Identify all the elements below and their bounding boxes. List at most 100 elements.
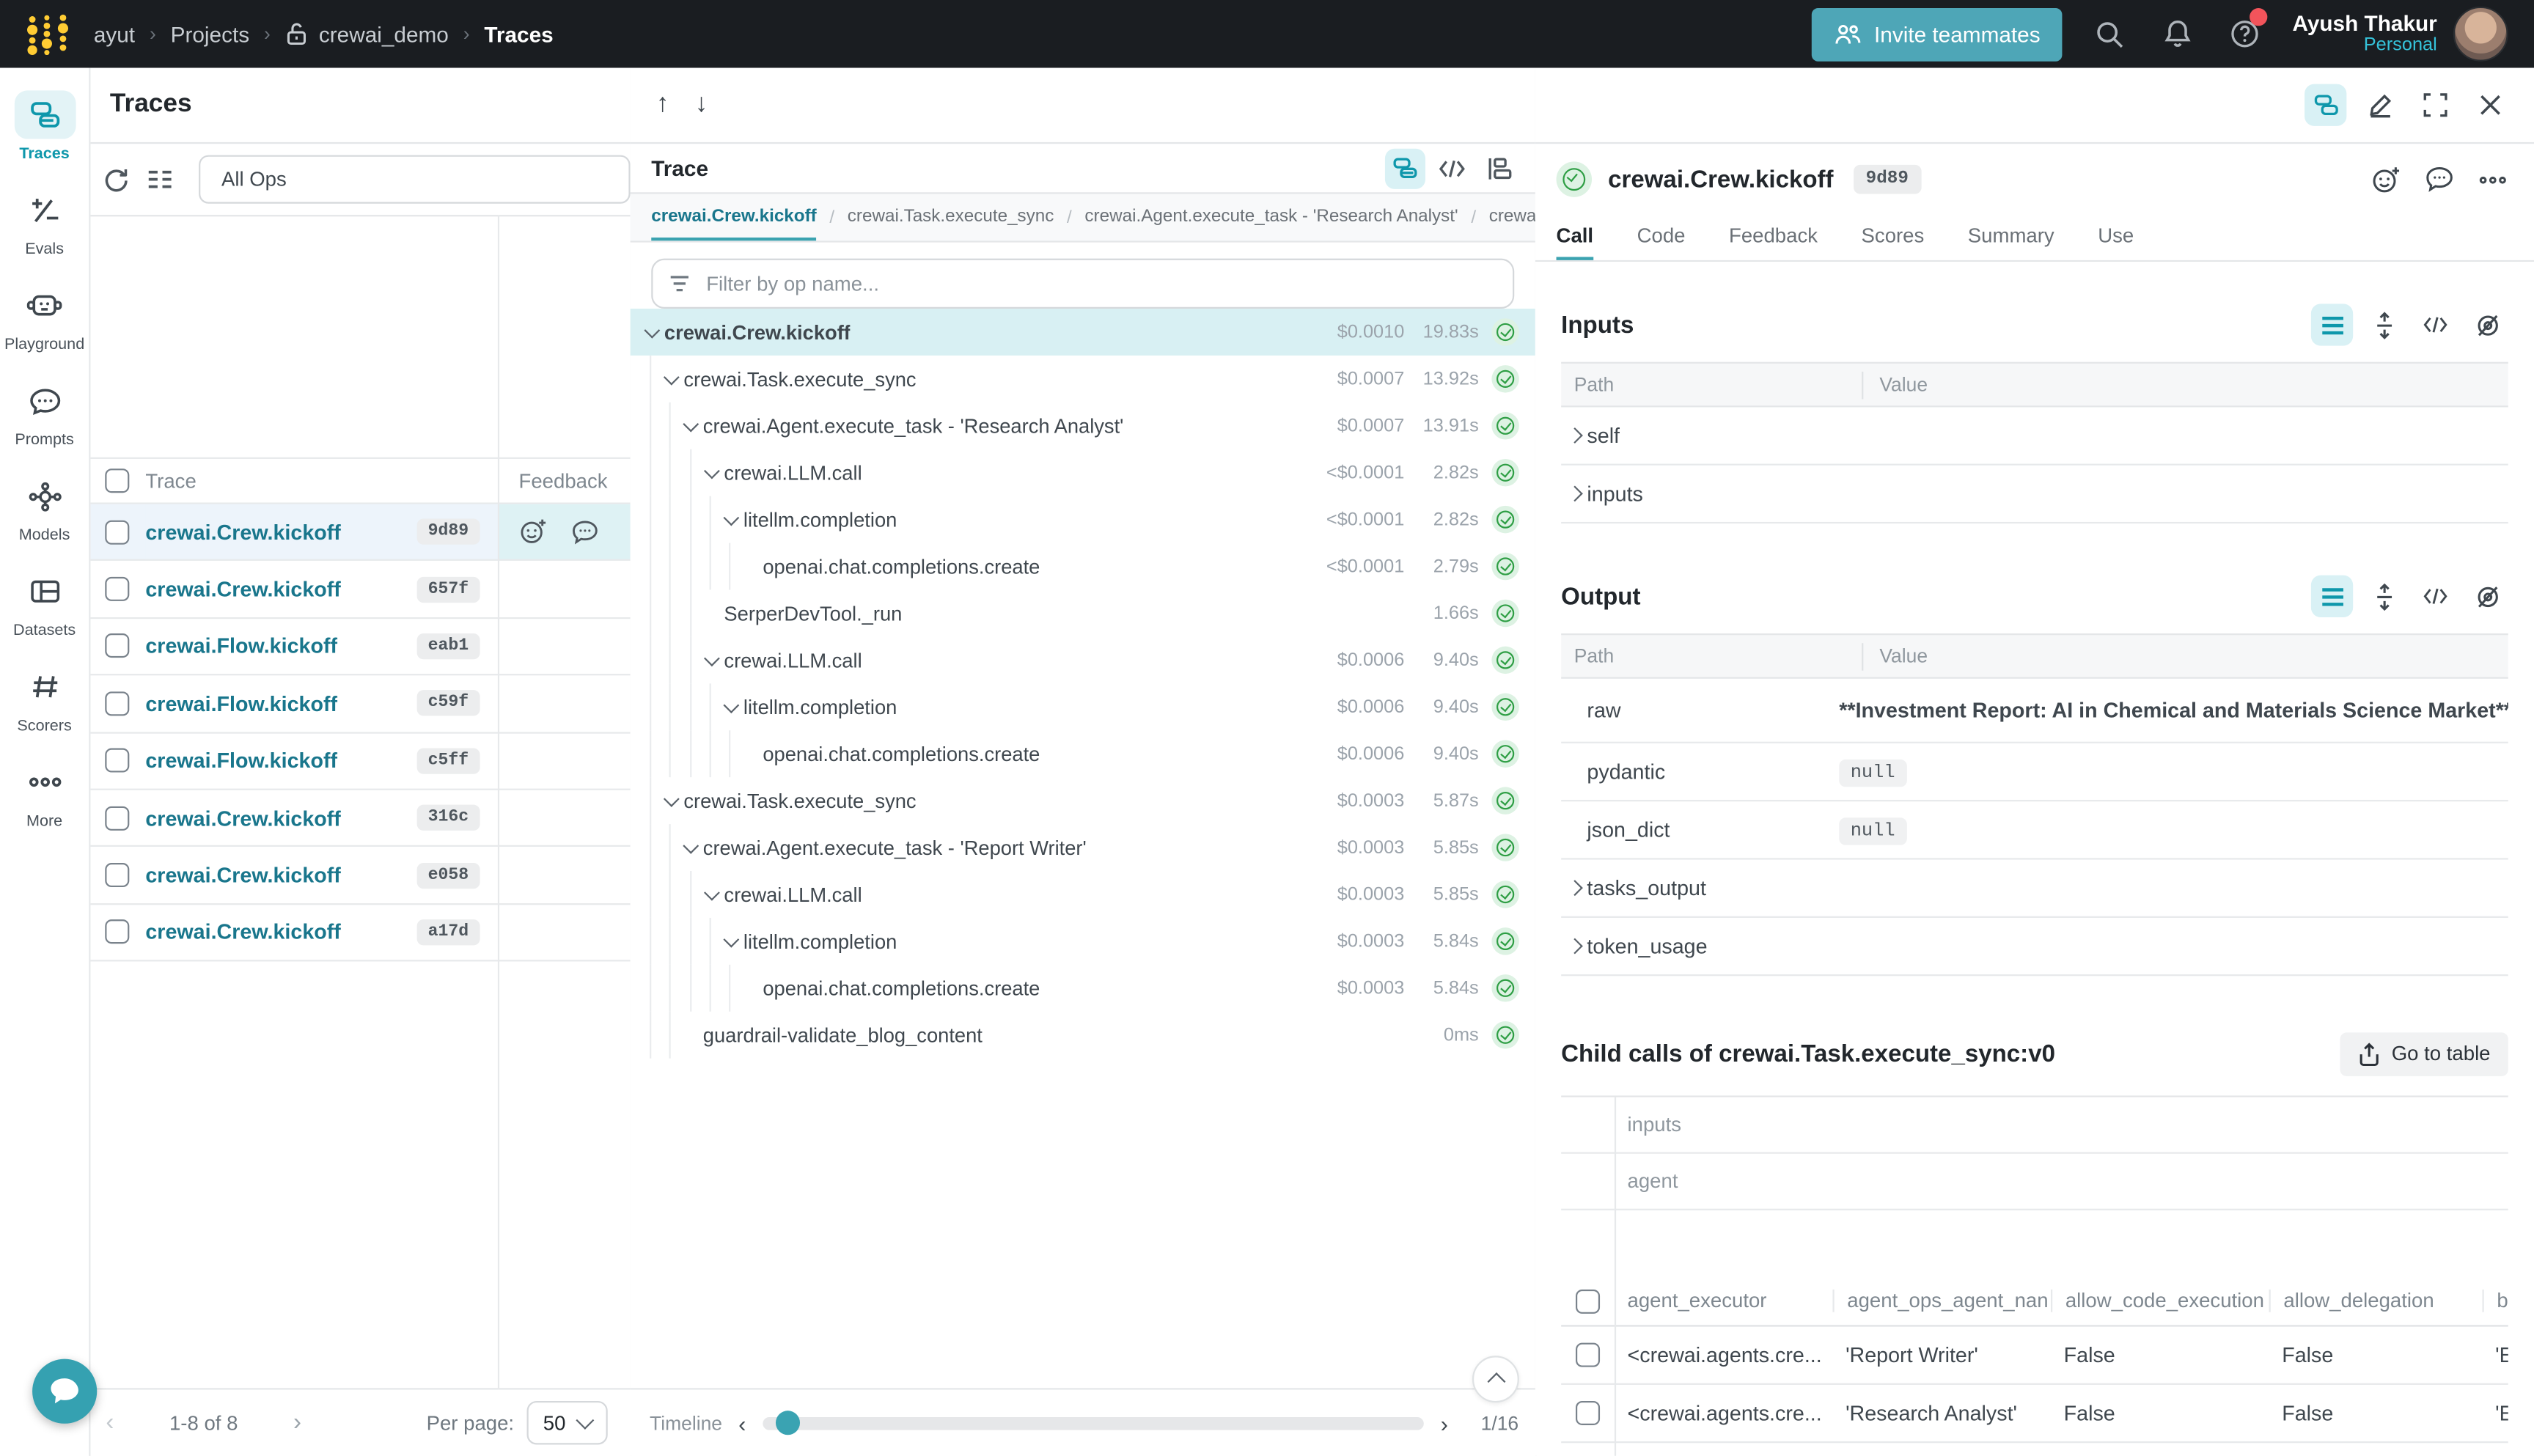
tab-use[interactable]: Use [2098, 215, 2134, 260]
input-row-self[interactable]: self [1561, 407, 2508, 465]
invite-teammates-button[interactable]: Invite teammates [1811, 7, 2063, 61]
chevron-down-icon[interactable] [640, 328, 664, 336]
table-row[interactable]: crewai.Flow.kickoff c59f [89, 676, 630, 733]
row-checkbox[interactable] [105, 634, 129, 658]
tree-view-button[interactable] [1385, 148, 1425, 188]
comment-button[interactable] [2417, 158, 2459, 200]
fullscreen-button[interactable] [2414, 84, 2456, 126]
chevron-down-icon[interactable] [719, 515, 743, 523]
table-row[interactable]: crewai.Flow.kickoff c5ff [89, 733, 630, 790]
ops-filter-dropdown[interactable]: All Ops [199, 155, 630, 204]
sidebar-item-traces[interactable]: Traces [0, 90, 89, 163]
notifications-button[interactable] [2144, 0, 2212, 68]
timeline-prev-button[interactable]: ‹ [738, 1410, 746, 1435]
select-all-checkbox[interactable] [105, 468, 129, 493]
row-checkbox[interactable] [1576, 1401, 1600, 1425]
trace-tree-row[interactable]: openai.chat.completions.create $0.00069.… [631, 730, 1535, 777]
trace-tree-row[interactable]: openai.chat.completions.create $0.00035.… [631, 965, 1535, 1012]
table-row[interactable]: crewai.Flow.kickoff eab1 [89, 619, 630, 676]
trace-tree-row[interactable]: crewai.Task.execute_sync $0.000713.92s [631, 356, 1535, 402]
add-reaction-icon[interactable] [519, 518, 548, 547]
chevron-down-icon[interactable] [699, 468, 724, 477]
chevron-right-icon[interactable] [1561, 941, 1587, 952]
add-reaction-button[interactable] [2365, 158, 2406, 200]
tab-summary[interactable]: Summary [1968, 215, 2054, 260]
row-checkbox[interactable] [105, 577, 129, 601]
table-row[interactable]: crewai.Crew.kickoff a17d [89, 905, 630, 962]
sidebar-item-datasets[interactable]: Datasets [0, 567, 89, 640]
trace-tree-row[interactable]: guardrail-validate_blog_content 0ms [631, 1012, 1535, 1059]
per-page-select[interactable]: 50 [527, 1401, 608, 1445]
sidebar-item-evals[interactable]: Evals [0, 185, 89, 258]
show-trace-tree-button[interactable] [2305, 84, 2346, 126]
row-checkbox[interactable] [105, 806, 129, 830]
help-button[interactable] [2211, 0, 2280, 68]
table-row[interactable]: <crewai.agents.cre... 'Report Writer' Fa… [1561, 1327, 2508, 1385]
next-call-button[interactable]: ↓ [695, 90, 708, 120]
list-view-button[interactable] [2311, 304, 2353, 345]
output-row-pydantic[interactable]: pydantic null [1561, 743, 2508, 801]
chevron-down-icon[interactable] [679, 422, 703, 430]
tab-code[interactable]: Code [1637, 215, 1686, 260]
expand-collapse-button[interactable] [2362, 304, 2404, 345]
select-all-checkbox[interactable] [1576, 1289, 1600, 1313]
code-toggle-button[interactable] [2414, 576, 2456, 617]
code-view-button[interactable] [1432, 148, 1472, 188]
trace-tree-row[interactable]: crewai.Crew.kickoff $0.001019.83s [631, 309, 1535, 356]
hide-values-button[interactable] [2466, 576, 2508, 617]
table-row[interactable]: <crewai.agents.cre... 'Research Analyst'… [1561, 1385, 2508, 1443]
trace-tree-row[interactable]: litellm.completion <$0.00012.82s [631, 496, 1535, 543]
chevron-down-icon[interactable] [719, 703, 743, 711]
avatar[interactable] [2453, 7, 2508, 62]
code-toggle-button[interactable] [2414, 304, 2456, 345]
prev-call-button[interactable]: ↑ [656, 90, 669, 120]
row-checkbox[interactable] [105, 920, 129, 944]
output-row-json-dict[interactable]: json_dict null [1561, 801, 2508, 859]
go-to-table-button[interactable]: Go to table [2340, 1032, 2508, 1076]
tab-call[interactable]: Call [1557, 215, 1594, 260]
trace-tree-row[interactable]: SerperDevTool._run 1.66s [631, 589, 1535, 636]
edit-button[interactable] [2359, 84, 2401, 126]
breadcrumb-project[interactable]: crewai_demo [285, 21, 449, 47]
trace-tree-row[interactable]: crewai.LLM.call $0.00069.40s [631, 636, 1535, 683]
row-checkbox[interactable] [105, 863, 129, 887]
sidebar-item-prompts[interactable]: Prompts [0, 377, 89, 449]
trace-tree-row[interactable]: litellm.completion $0.00035.84s [631, 918, 1535, 965]
call-breadcrumb-item[interactable]: crewai.LLM.cal [1489, 194, 1535, 240]
table-row[interactable]: crewai.Crew.kickoff 657f [89, 562, 630, 619]
flame-graph-view-button[interactable] [1479, 148, 1519, 188]
sidebar-item-more[interactable]: More [0, 758, 89, 831]
trace-tree-row[interactable]: openai.chat.completions.create <$0.00012… [631, 543, 1535, 590]
row-checkbox[interactable] [105, 749, 129, 773]
hide-values-button[interactable] [2466, 304, 2508, 345]
column-settings-button[interactable] [141, 155, 180, 204]
chevron-down-icon[interactable] [659, 797, 683, 805]
sidebar-item-models[interactable]: Models [0, 472, 89, 545]
chevron-down-icon[interactable] [699, 656, 724, 664]
trace-tree-row[interactable]: crewai.Task.execute_sync $0.00035.87s [631, 777, 1535, 824]
chevron-down-icon[interactable] [719, 937, 743, 945]
row-checkbox[interactable] [105, 520, 129, 544]
chevron-right-icon[interactable] [1561, 882, 1587, 893]
row-checkbox[interactable] [1576, 1343, 1600, 1367]
search-button[interactable] [2076, 0, 2144, 68]
timeline-next-button[interactable]: › [1441, 1410, 1448, 1435]
breadcrumb-entity[interactable]: ayut [94, 22, 135, 46]
input-row-inputs[interactable]: inputs [1561, 466, 2508, 523]
expand-collapse-button[interactable] [2362, 576, 2404, 617]
chevron-down-icon[interactable] [659, 375, 683, 383]
chevron-down-icon[interactable] [699, 890, 724, 898]
row-checkbox[interactable] [105, 691, 129, 716]
op-name-filter-input[interactable] [703, 271, 1496, 296]
trace-tree-row[interactable]: crewai.Agent.execute_task - 'Research An… [631, 402, 1535, 449]
tab-scores[interactable]: Scores [1862, 215, 1925, 260]
sidebar-item-playground[interactable]: Playground [0, 282, 89, 354]
call-breadcrumb-item[interactable]: crewai.Task.execute_sync [848, 194, 1054, 240]
list-view-button[interactable] [2311, 576, 2353, 617]
table-row[interactable]: crewai.Crew.kickoff 9d89 [89, 504, 630, 562]
chevron-right-icon[interactable] [1561, 430, 1587, 441]
chevron-down-icon[interactable] [679, 844, 703, 852]
output-row-raw[interactable]: raw **Investment Report: AI in Chemical … [1561, 679, 2508, 743]
more-options-button[interactable] [2471, 158, 2513, 200]
trace-tree-row[interactable]: crewai.LLM.call <$0.00012.82s [631, 449, 1535, 496]
